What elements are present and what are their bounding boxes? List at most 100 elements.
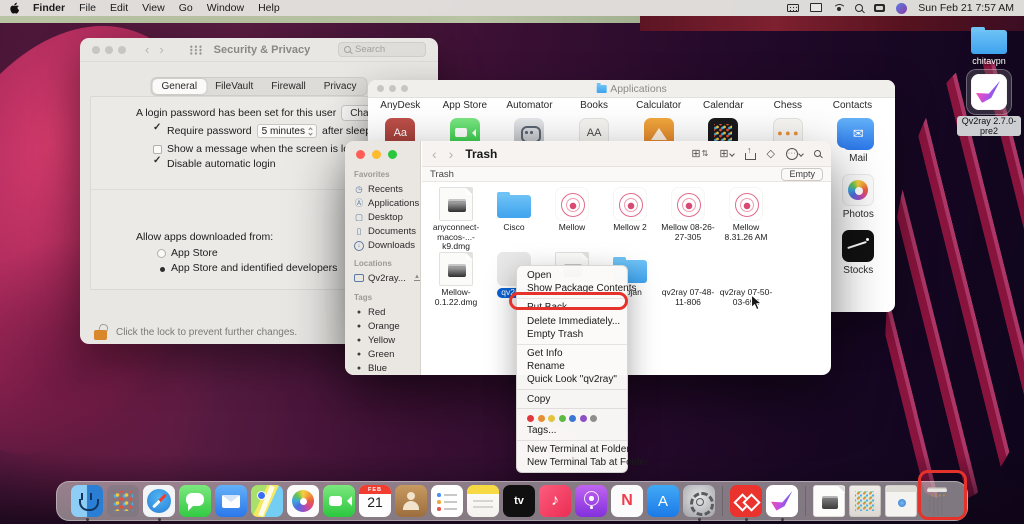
dock-item[interactable] [766, 485, 798, 517]
context-menu-item[interactable]: New Terminal at Folder [517, 443, 627, 456]
tag-color-dot[interactable] [538, 415, 545, 422]
desktop-icon-chitavpn[interactable]: chitavpn [957, 22, 1021, 66]
menu-item[interactable]: Edit [110, 2, 128, 14]
tag-color-dot[interactable] [548, 415, 555, 422]
close-button[interactable] [356, 150, 365, 159]
menu-item[interactable]: Help [258, 2, 280, 14]
status-icon[interactable] [812, 5, 822, 12]
more-actions-icon[interactable]: ··· [786, 148, 803, 160]
dock-item[interactable] [885, 485, 917, 517]
dock-item[interactable] [215, 485, 247, 517]
unlocked-padlock-icon[interactable] [94, 324, 108, 340]
desktop-icon-qv2ray[interactable]: Qv2ray 2.7.0-pre2 [957, 70, 1021, 136]
sidebar-item[interactable]: Qv2ray... ▲ [354, 271, 420, 285]
dock-item[interactable] [722, 486, 723, 516]
file-item[interactable]: Mellow 8.31.26 AM [717, 187, 775, 252]
dock-item[interactable] [71, 485, 103, 517]
dock-item[interactable] [287, 485, 319, 517]
zoom-button[interactable] [118, 46, 126, 54]
dock-item[interactable] [849, 485, 881, 517]
context-menu-item[interactable]: New Terminal Tab at Folder [517, 456, 627, 469]
dock-item[interactable] [431, 485, 463, 517]
menu-item[interactable]: File [79, 2, 96, 14]
menu-item[interactable]: Window [207, 2, 244, 14]
minimize-button[interactable] [105, 46, 113, 54]
file-item[interactable]: qv2ray 07-50-03-692 [717, 252, 775, 307]
context-menu-item[interactable]: Get Info [517, 347, 627, 360]
status-icon[interactable] [787, 4, 799, 12]
context-menu-item[interactable]: Open [517, 269, 627, 282]
app-store-radio[interactable] [157, 249, 166, 258]
app-store-identified-radio[interactable] [157, 264, 166, 273]
dock-item[interactable] [359, 485, 391, 517]
dock-item[interactable] [107, 485, 139, 517]
dock-item[interactable] [805, 486, 806, 516]
status-icon[interactable] [855, 4, 863, 12]
dock-item[interactable] [611, 485, 643, 517]
sidebar-tag-item[interactable]: Green [354, 348, 420, 362]
sidebar-item[interactable]: Downloads [354, 239, 420, 253]
menu-item[interactable]: Go [179, 2, 193, 14]
sidebar-item[interactable]: Recents [354, 182, 420, 196]
dock-item[interactable] [143, 485, 175, 517]
dock-item[interactable] [539, 485, 571, 517]
search-icon[interactable] [814, 150, 821, 157]
context-menu-item[interactable] [517, 440, 627, 441]
search-field[interactable]: Search [338, 42, 426, 57]
eject-icon[interactable]: ▲ [414, 275, 420, 282]
dock-item[interactable] [467, 485, 499, 517]
tab[interactable]: Firewall [262, 79, 314, 94]
minimize-button[interactable] [372, 150, 381, 159]
disable-auto-login-checkbox[interactable] [153, 160, 162, 169]
file-item[interactable]: Mellow [543, 187, 601, 252]
require-password-interval-select[interactable]: 5 minutes [257, 124, 317, 138]
context-menu-item[interactable]: Empty Trash [517, 328, 627, 341]
group-by-icon[interactable]: ⊞⇅ [691, 147, 708, 160]
app-item[interactable]: Stocks [842, 230, 874, 276]
app-item[interactable]: Photos [842, 174, 874, 220]
context-menu-item[interactable] [517, 389, 627, 390]
tab[interactable]: FileVault [206, 79, 262, 94]
tab[interactable]: Privacy [315, 79, 366, 94]
empty-trash-button[interactable]: Empty [781, 168, 823, 181]
dock-item[interactable] [179, 485, 211, 517]
zoom-button[interactable] [401, 85, 408, 92]
dock-item[interactable] [683, 485, 715, 517]
file-item[interactable]: Mellow 08-26-27-305 [659, 187, 717, 252]
zoom-button[interactable] [388, 150, 397, 159]
sidebar-tag-item[interactable]: Blue [354, 362, 420, 375]
dock-item[interactable] [503, 485, 535, 517]
sidebar-tag-item[interactable]: Red [354, 305, 420, 319]
dock-item[interactable] [813, 485, 845, 517]
tab[interactable]: General [153, 79, 207, 94]
show-all-grid-icon[interactable] [189, 45, 203, 55]
back-button[interactable]: ‹ [432, 146, 437, 162]
tags-icon[interactable]: ◇ [767, 147, 775, 160]
file-item[interactable]: Mellow 2 [601, 187, 659, 252]
file-item[interactable]: Mellow-0.1.22.dmg [427, 252, 485, 307]
context-menu-item[interactable]: Quick Look "qv2ray" [517, 373, 627, 386]
status-icon[interactable] [833, 4, 844, 13]
close-button[interactable] [377, 85, 384, 92]
context-menu-item[interactable]: Delete Immediately... [517, 315, 627, 328]
sidebar-tag-item[interactable]: Orange [354, 319, 420, 333]
back-forward-icons[interactable]: ‹› [145, 42, 174, 57]
menu-bar-clock[interactable]: Sun Feb 21 7:57 AM [918, 2, 1014, 14]
minimize-button[interactable] [389, 85, 396, 92]
forward-button[interactable]: › [449, 146, 454, 162]
context-menu-item[interactable] [517, 344, 627, 345]
sidebar-item[interactable]: Desktop [354, 210, 420, 224]
view-options-icon[interactable]: ⊞ [719, 147, 733, 160]
active-app-menu[interactable]: Finder [33, 2, 65, 14]
context-menu-item[interactable]: Tags... [517, 424, 627, 437]
context-menu-item[interactable]: Copy [517, 393, 627, 406]
dock-item[interactable] [251, 485, 283, 517]
status-icon[interactable] [896, 3, 907, 14]
close-button[interactable] [92, 46, 100, 54]
dock-item[interactable] [647, 485, 679, 517]
tag-color-dot[interactable] [590, 415, 597, 422]
apple-menu-icon[interactable] [10, 2, 21, 14]
tag-color-dot[interactable] [527, 415, 534, 422]
app-item[interactable]: Mail [842, 118, 874, 164]
dock-item[interactable] [575, 485, 607, 517]
